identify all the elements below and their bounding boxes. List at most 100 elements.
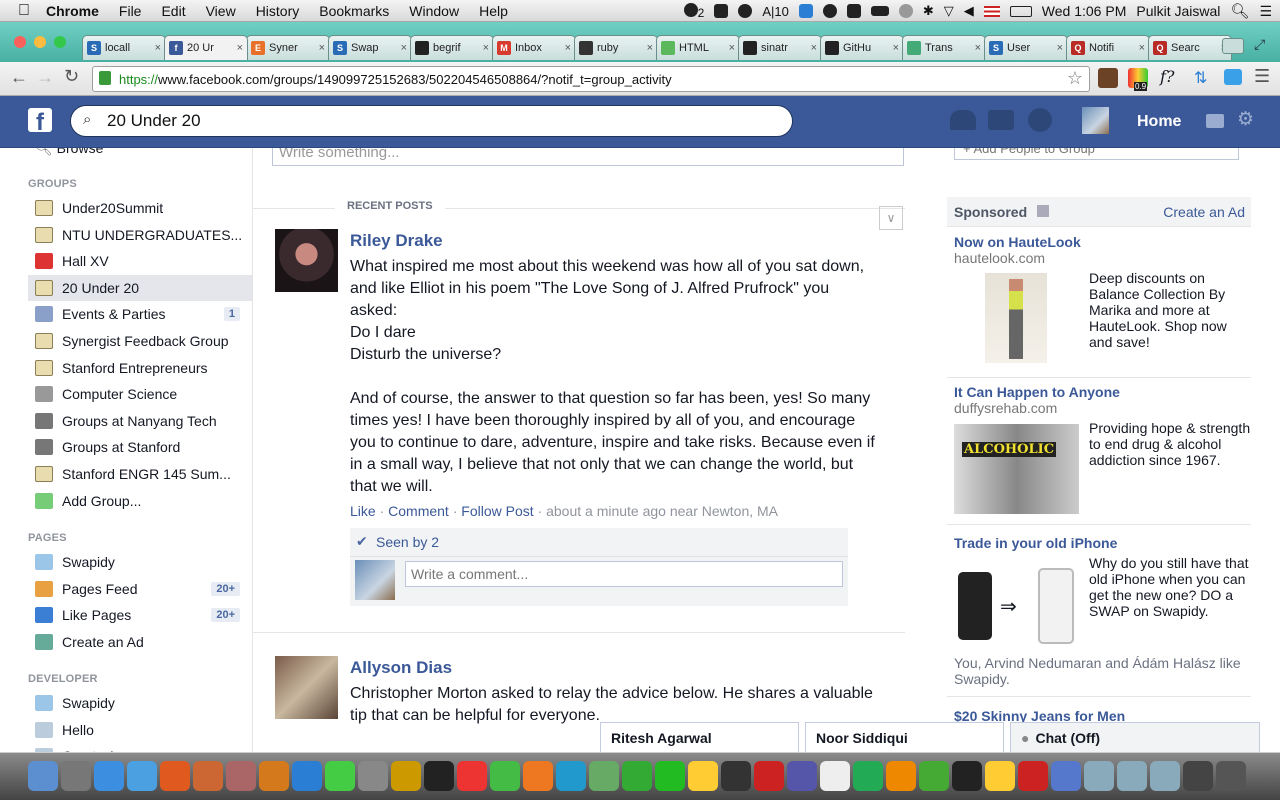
settings-gear-icon[interactable]: ⚙: [1237, 108, 1254, 131]
dropbox-icon[interactable]: [798, 4, 813, 18]
dock-app-icon[interactable]: [391, 761, 421, 791]
dock-app-icon[interactable]: [1183, 761, 1213, 791]
sidebar-item[interactable]: Computer Science: [28, 381, 252, 407]
tab-8[interactable]: sinatr ×: [738, 35, 822, 60]
add-people-input[interactable]: + Add People to Group: [954, 148, 1239, 160]
menu-edit[interactable]: Edit: [161, 3, 185, 19]
chat-tab-ritesh[interactable]: Ritesh Agarwal: [600, 722, 799, 752]
spotlight-icon[interactable]: 🔍︎: [1230, 2, 1249, 20]
profile-avatar[interactable]: [1082, 107, 1109, 134]
menu-view[interactable]: View: [206, 3, 236, 19]
dock-app-icon[interactable]: [1018, 761, 1048, 791]
close-tab-icon[interactable]: ×: [237, 42, 243, 54]
dock-app-icon[interactable]: [655, 761, 685, 791]
dock-app-icon[interactable]: [226, 761, 256, 791]
facebook-logo-icon[interactable]: f: [28, 108, 52, 132]
chat-tab-noor[interactable]: Noor Siddiqui: [805, 722, 1004, 752]
new-tab-button[interactable]: [1222, 38, 1244, 54]
comment-input[interactable]: Write a comment...: [405, 561, 843, 587]
sidebar-item[interactable]: Events & Parties 1: [28, 301, 252, 327]
sidebar-item[interactable]: Swapidy: [28, 549, 252, 575]
like-link[interactable]: Like: [350, 503, 376, 519]
ad-domain[interactable]: hautelook.com: [954, 250, 1045, 266]
dock-app-icon[interactable]: [886, 761, 916, 791]
dock-app-icon[interactable]: [1051, 761, 1081, 791]
tab-12[interactable]: Q Notifi ×: [1066, 35, 1150, 60]
ad-body[interactable]: Providing hope & strength to end drug & …: [1089, 420, 1251, 468]
chat-status-tab[interactable]: ● Chat (Off): [1010, 722, 1260, 752]
dock-app-icon[interactable]: [1216, 761, 1246, 791]
ad-image[interactable]: ⇒: [958, 568, 1078, 644]
dock-app-icon[interactable]: [259, 761, 289, 791]
close-tab-icon[interactable]: ×: [811, 42, 817, 54]
apple-icon[interactable]: : [18, 2, 30, 20]
dock-app-icon[interactable]: [523, 761, 553, 791]
notification-icon[interactable]: 2: [683, 2, 704, 20]
search-input[interactable]: ⌕ 20 Under 20: [70, 105, 793, 137]
sidebar-item[interactable]: Hall XV: [28, 248, 252, 274]
messages-icon[interactable]: [988, 110, 1014, 130]
sidebar-item[interactable]: Stanford Entrepreneurs: [28, 355, 252, 381]
tab-0[interactable]: Slocall ×: [82, 35, 166, 60]
dock-app-icon[interactable]: [490, 761, 520, 791]
comment-link[interactable]: Comment: [388, 503, 449, 519]
tab-9[interactable]: GitHu ×: [820, 35, 904, 60]
create-ad-link[interactable]: Create an Ad: [1163, 204, 1245, 220]
wifi-icon[interactable]: ▽: [944, 3, 954, 19]
ad-title[interactable]: It Can Happen to Anyone: [954, 384, 1120, 400]
ad-image[interactable]: ALCOHOLIC: [954, 424, 1079, 514]
ad-title[interactable]: Now on HauteLook: [954, 234, 1081, 250]
battery-meter-icon[interactable]: [870, 6, 889, 16]
close-window-button[interactable]: [14, 36, 26, 48]
dock-app-icon[interactable]: [424, 761, 454, 791]
sidebar-item[interactable]: 20 Under 20: [28, 274, 252, 301]
ad-body[interactable]: Why do you still have that old iPhone wh…: [1089, 555, 1251, 619]
extension-sort-icon[interactable]: ⇅: [1194, 68, 1207, 88]
clock[interactable]: Wed 1:06 PM: [1042, 3, 1127, 19]
close-tab-icon[interactable]: ×: [155, 42, 161, 54]
menu-bookmarks[interactable]: Bookmarks: [319, 3, 389, 19]
notification-center-icon[interactable]: ☰: [1259, 3, 1272, 20]
dock-app-icon[interactable]: [193, 761, 223, 791]
tab-10[interactable]: Trans ×: [902, 35, 986, 60]
close-tab-icon[interactable]: ×: [1139, 42, 1145, 54]
ad-image[interactable]: [985, 273, 1047, 363]
dock-app-icon[interactable]: [1084, 761, 1114, 791]
dock-app-icon[interactable]: [61, 761, 91, 791]
sidebar-item[interactable]: Hello: [28, 717, 252, 743]
composer-input[interactable]: Write something...: [272, 148, 904, 166]
sidebar-item[interactable]: NTU UNDERGRADUATES...: [28, 222, 252, 248]
extension-f-icon[interactable]: f?: [1160, 67, 1175, 86]
address-bar[interactable]: https://www.facebook.com/groups/14909972…: [92, 66, 1090, 92]
tab-3[interactable]: S Swap ×: [328, 35, 412, 60]
bookmark-star-icon[interactable]: ☆: [1067, 68, 1083, 89]
sidebar-item[interactable]: Pages Feed 20+: [28, 576, 252, 602]
close-tab-icon[interactable]: ×: [893, 42, 899, 54]
check-icon[interactable]: [714, 4, 729, 18]
menu-file[interactable]: File: [119, 3, 142, 19]
dock-app-icon[interactable]: [853, 761, 883, 791]
dock-app-icon[interactable]: [919, 761, 949, 791]
dock-app-icon[interactable]: [622, 761, 652, 791]
bluetooth-icon[interactable]: ✱: [923, 3, 934, 19]
dock-app-icon[interactable]: [985, 761, 1015, 791]
dock-app-icon[interactable]: [952, 761, 982, 791]
menu-app-name[interactable]: Chrome: [46, 3, 99, 19]
dock-app-icon[interactable]: [556, 761, 586, 791]
menu-help[interactable]: Help: [479, 3, 508, 19]
sidebar-item[interactable]: Add Group...: [28, 488, 252, 514]
follow-post-link[interactable]: Follow Post: [461, 503, 533, 519]
dock-app-icon[interactable]: [292, 761, 322, 791]
fullscreen-icon[interactable]: ⤢: [1254, 36, 1265, 53]
friend-requests-icon[interactable]: [950, 110, 976, 130]
reload-icon[interactable]: ↻: [64, 66, 79, 87]
a-icon[interactable]: A|10: [762, 4, 789, 19]
extension-wallet-icon[interactable]: [1098, 68, 1118, 88]
minimize-window-button[interactable]: [34, 36, 46, 48]
zoom-window-button[interactable]: [54, 36, 66, 48]
forward-arrow-icon[interactable]: →: [36, 67, 54, 88]
dock-app-icon[interactable]: [1117, 761, 1147, 791]
home-link[interactable]: Home: [1137, 113, 1181, 131]
volume-icon[interactable]: ◀: [964, 3, 974, 19]
circle-icon[interactable]: [822, 4, 837, 18]
